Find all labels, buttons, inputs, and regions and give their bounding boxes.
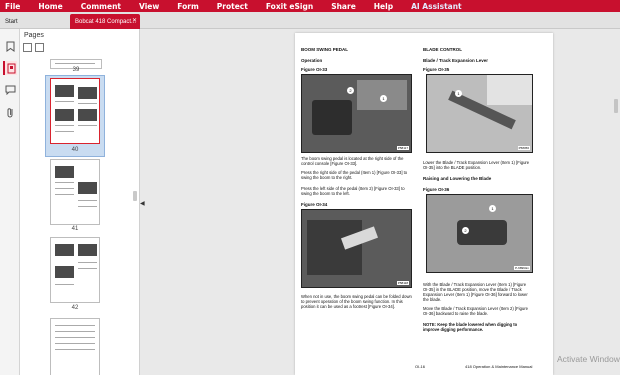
menu-share[interactable]: Share xyxy=(326,2,356,11)
document-scroll-thumb[interactable] xyxy=(614,99,618,113)
bookmark-icon[interactable] xyxy=(3,39,17,53)
page-number: 42 xyxy=(71,305,79,311)
menu-protect[interactable]: Protect xyxy=(212,2,248,11)
page-thumbnail[interactable] xyxy=(50,159,100,225)
figure-tag: P58118 xyxy=(396,281,409,285)
menu-home[interactable]: Home xyxy=(33,2,62,11)
page-number: 39 xyxy=(72,67,80,73)
right-subheading: Blade / Track Expansion Lever xyxy=(423,58,489,63)
menu-form[interactable]: Form xyxy=(172,2,199,11)
attachment-icon[interactable] xyxy=(3,105,17,119)
panel-title: Pages xyxy=(24,32,44,39)
page-number: 40 xyxy=(71,147,79,153)
figure-photo: 1 2 P-68994m xyxy=(426,194,533,273)
tab-document[interactable]: Bobcat 418 Compact... ✕ xyxy=(70,14,140,29)
figure-label: Figure OI-36 xyxy=(423,187,450,192)
menu-help[interactable]: Help xyxy=(369,2,393,11)
menu-comment[interactable]: Comment xyxy=(76,2,121,11)
close-icon[interactable]: ✕ xyxy=(132,17,137,24)
paragraph: Move the Blade / Track Expansion Lever (… xyxy=(423,306,528,316)
figure-tag: P58117 xyxy=(396,146,409,150)
menu-ai-assistant[interactable]: AI Assistant xyxy=(406,2,462,11)
page-footer-title: 418 Operation & Maintenance Manual xyxy=(465,364,533,369)
menu-bar: File Home Comment View Form Protect Foxi… xyxy=(0,0,620,12)
panel-scroll-thumb[interactable] xyxy=(133,191,137,201)
tab-document-label: Bobcat 418 Compact... xyxy=(75,18,137,25)
menu-file[interactable]: File xyxy=(0,2,20,11)
document-scrollbar[interactable] xyxy=(613,29,620,375)
right-subheading-2: Raising and Lowering the Blade xyxy=(423,176,492,181)
note: NOTE: Keep the blade lowered when diggin… xyxy=(423,322,518,332)
menu-foxit-esign[interactable]: Foxit eSign xyxy=(261,2,313,11)
paragraph: Press the left side of the pedal (Item 2… xyxy=(301,186,405,196)
figure-label: Figure OI-34 xyxy=(301,202,328,207)
page-thumbnail[interactable] xyxy=(50,318,100,375)
pages-icon[interactable] xyxy=(3,61,17,75)
right-heading: BLADE CONTROL xyxy=(423,47,462,52)
figure-photo: 1 P58056 xyxy=(426,74,533,153)
paragraph: Press the right side of the pedal (Item … xyxy=(301,170,408,180)
page-footer-number: OI-16 xyxy=(415,364,426,369)
side-icon-rail xyxy=(0,29,20,375)
windows-watermark: Activate Windows xyxy=(557,354,620,364)
left-subheading: Operation xyxy=(301,58,323,63)
panel-toolbar xyxy=(23,43,44,52)
pdf-page: BOOM SWING PEDAL Operation Figure OI-33 … xyxy=(295,33,553,375)
document-view: BOOM SWING PEDAL Operation Figure OI-33 … xyxy=(147,29,620,375)
figure-label: Figure OI-33 xyxy=(301,67,328,72)
figure-photo: 2 1 P58117 xyxy=(301,74,412,153)
collapse-panel-icon[interactable]: ◀ xyxy=(140,200,146,208)
figure-photo: P58118 xyxy=(301,209,412,288)
page-options-icon[interactable] xyxy=(23,43,32,52)
panel-scrollbar[interactable] xyxy=(132,61,138,375)
paragraph: With the Blade / Track Expansion Lever (… xyxy=(423,282,528,302)
paragraph: The boom swing pedal is located at the r… xyxy=(301,156,404,166)
page-number: 41 xyxy=(71,226,79,232)
paragraph: Lower the Blade / Track Expansion Lever … xyxy=(423,160,530,170)
figure-tag: P-68994m xyxy=(514,266,530,270)
pages-panel: Pages 39 40 41 42 xyxy=(20,29,140,375)
figure-label: Figure OI-35 xyxy=(423,67,450,72)
page-delete-icon[interactable] xyxy=(35,43,44,52)
figure-tag: P58056 xyxy=(517,146,530,150)
comments-icon[interactable] xyxy=(3,83,17,97)
tab-start[interactable]: Start xyxy=(0,14,66,29)
tab-bar: Start Bobcat 418 Compact... ✕ xyxy=(0,12,620,29)
menu-view[interactable]: View xyxy=(134,2,159,11)
page-thumbnail[interactable] xyxy=(50,237,100,303)
paragraph: When not in use, the boom swing pedal ca… xyxy=(301,294,412,309)
left-heading: BOOM SWING PEDAL xyxy=(301,47,348,52)
page-thumbnail-selected[interactable] xyxy=(50,78,100,144)
